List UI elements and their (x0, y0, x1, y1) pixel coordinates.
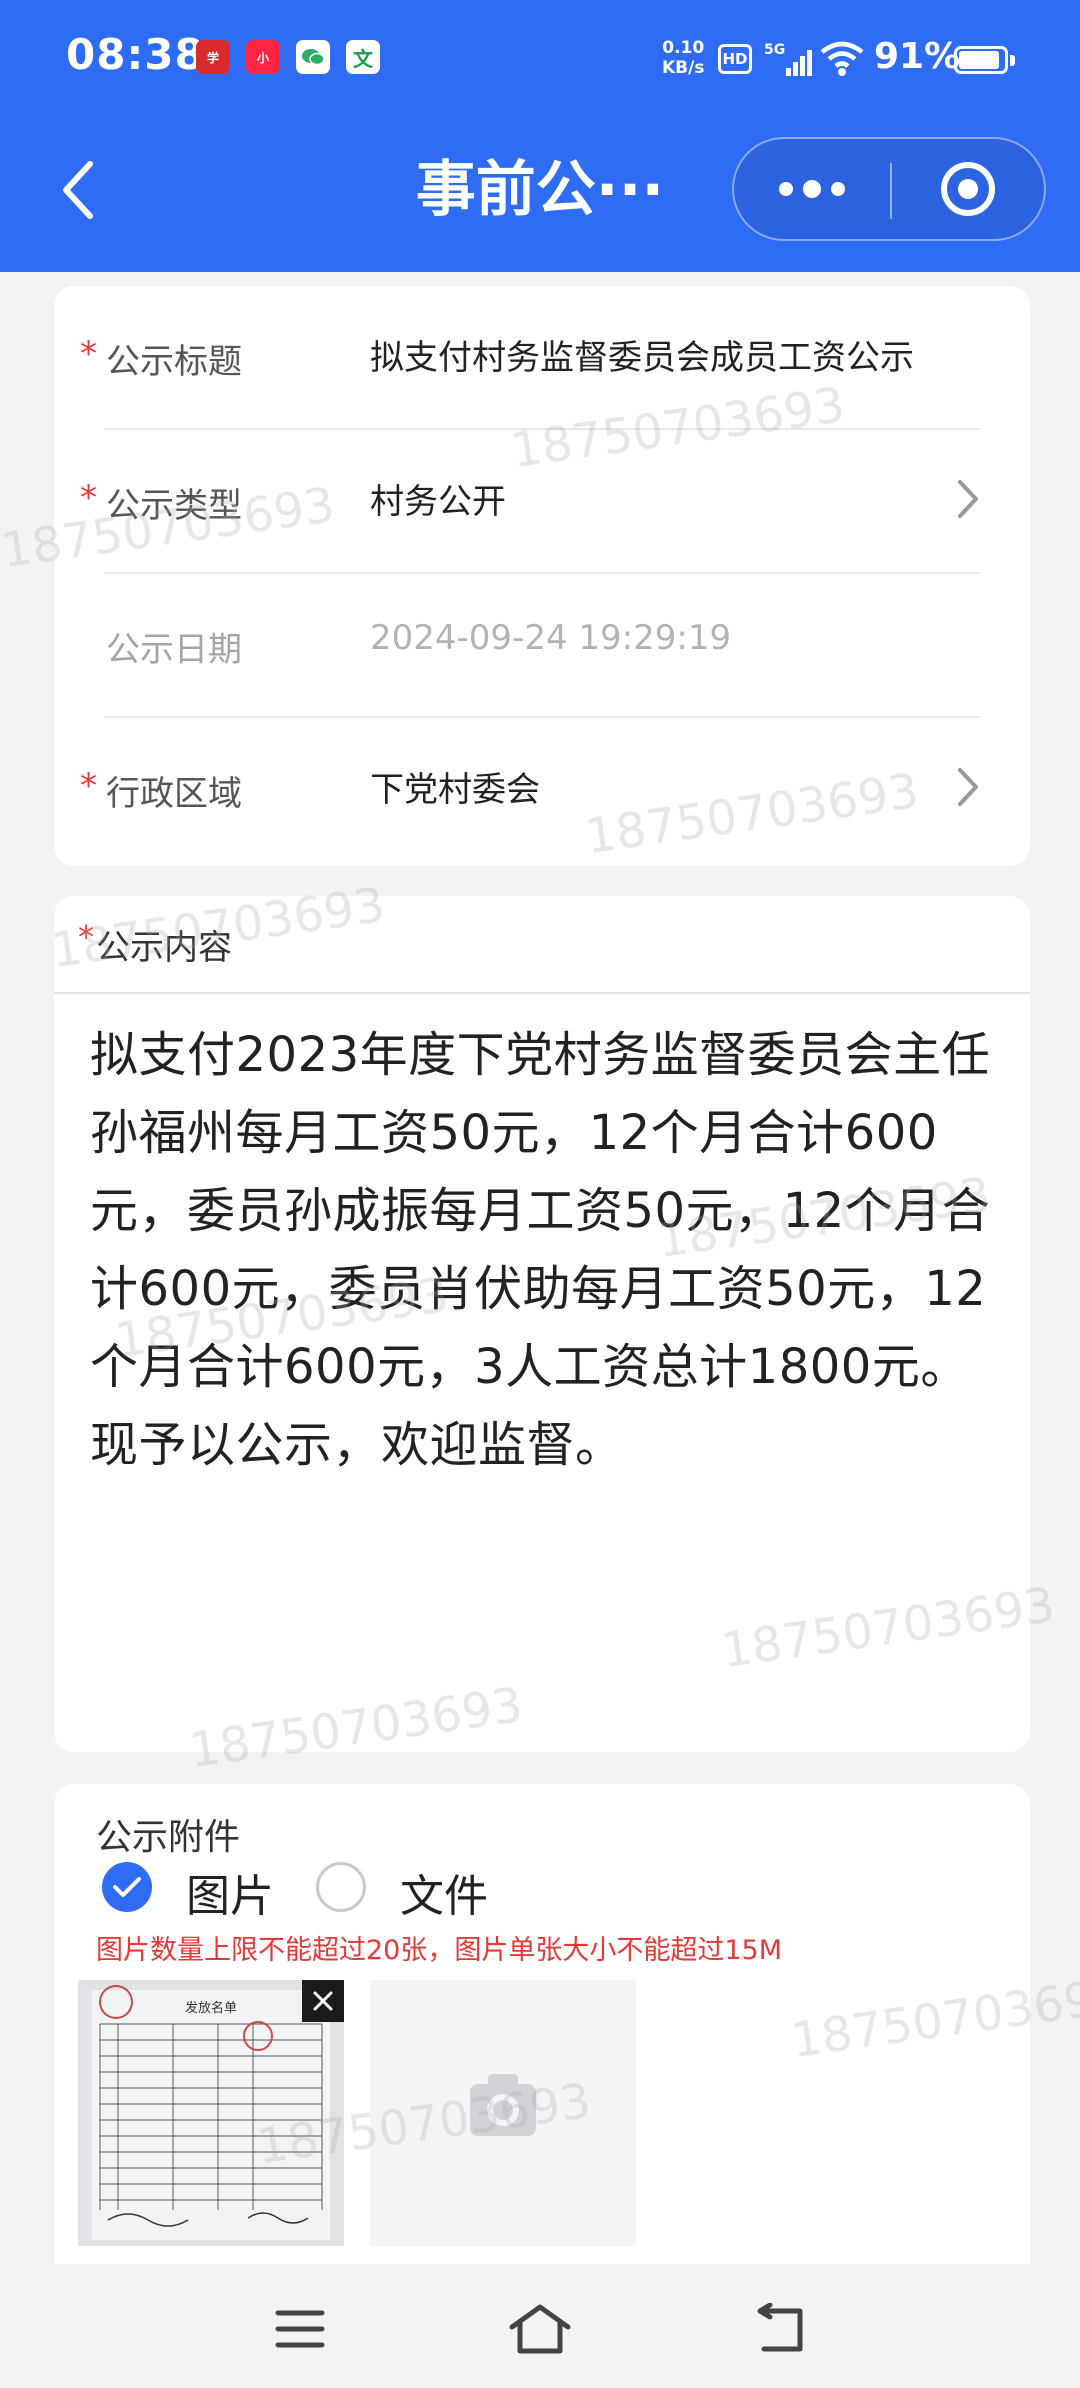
nav-home-button[interactable] (500, 2294, 580, 2364)
chevron-right-icon (948, 474, 988, 524)
remove-photo-button[interactable] (302, 1980, 344, 2022)
radio-image-label[interactable]: 图片 (186, 1860, 274, 1924)
row-date: 公示日期 2024-09-24 19:29:19 (54, 574, 1030, 718)
wechat-app-icon (296, 40, 330, 74)
title-value: 拟支付村务监督委员会成员工资公示 (370, 338, 914, 378)
radio-file-label[interactable]: 文件 (400, 1860, 488, 1924)
hd-badge: HD (718, 44, 752, 74)
system-nav-bar (0, 2264, 1080, 2388)
limit-note: 图片数量上限不能超过20张，图片单张大小不能超过15M (96, 1935, 783, 1966)
close-icon (313, 1991, 333, 2011)
date-value: 2024-09-24 19:29:19 (370, 618, 732, 658)
chevron-right-icon (948, 762, 988, 812)
more-dots-icon (779, 180, 845, 198)
content-header: * 公示内容 (54, 896, 1030, 994)
xuexi-app-icon: 学 (196, 40, 230, 74)
network-speed: 0.10 KB/s (662, 38, 705, 78)
required-mark: * (78, 918, 94, 956)
svg-text:5G: 5G (764, 42, 785, 58)
battery-icon (954, 46, 1008, 74)
content-card: * 公示内容 拟支付2023年度下党村务监督委员会主任孙福州每月工资50元，12… (54, 896, 1030, 1752)
type-value: 村务公开 (370, 482, 506, 522)
battery-percent: 91% (874, 36, 961, 77)
wen-app-icon: 文 (346, 40, 380, 74)
back-icon (757, 2303, 803, 2352)
attachment-title: 公示附件 (96, 1817, 241, 1858)
home-icon (509, 2304, 571, 2354)
page-title: 事前公··· (415, 155, 665, 225)
more-button[interactable] (734, 139, 890, 239)
chevron-left-icon (63, 161, 93, 219)
region-value: 下党村委会 (370, 770, 540, 810)
row-label: 公示日期 (106, 630, 242, 670)
radio-image[interactable] (102, 1862, 152, 1912)
add-photo-button[interactable] (370, 1980, 636, 2246)
target-circle-icon (941, 162, 995, 216)
content-label: 公示内容 (96, 928, 232, 968)
menu-icon (275, 2310, 325, 2348)
header-bar: 08:38 学 小 文 0.10 KB/s HD 5G 91% 事前公··· (0, 0, 1080, 272)
mini-program-capsule (732, 137, 1046, 241)
check-icon (113, 1877, 141, 1897)
close-miniprogram-button[interactable] (892, 139, 1044, 239)
nav-back-button[interactable] (740, 2294, 820, 2364)
row-region[interactable]: * 行政区域 下党村委会 (54, 718, 1030, 862)
required-mark: * (80, 478, 97, 518)
attachment-card: 公示附件 图片 文件 图片数量上限不能超过20张，图片单张大小不能超过15M 发… (54, 1784, 1030, 2264)
svg-text:发放名单: 发放名单 (185, 2000, 237, 2016)
row-label: 行政区域 (106, 774, 242, 814)
camera-icon (470, 2074, 536, 2136)
xiaohongshu-app-icon: 小 (246, 40, 280, 74)
uploaded-photo[interactable]: 发放名单 (78, 1980, 344, 2246)
row-type[interactable]: * 公示类型 村务公开 (54, 430, 1030, 574)
required-mark: * (80, 334, 97, 374)
back-button[interactable] (48, 150, 108, 230)
row-label: 公示标题 (106, 342, 242, 382)
row-title[interactable]: * 公示标题 拟支付村务监督委员会成员工资公示 (54, 286, 1030, 430)
form-card: * 公示标题 拟支付村务监督委员会成员工资公示 * 公示类型 村务公开 公示日期… (54, 286, 1030, 866)
signal-5g-icon: 5G (764, 40, 812, 84)
nav-menu-button[interactable] (260, 2294, 340, 2364)
required-mark: * (80, 766, 97, 806)
wifi-icon (820, 40, 864, 82)
row-label: 公示类型 (106, 486, 242, 526)
content-textarea[interactable]: 拟支付2023年度下党村务监督委员会主任孙福州每月工资50元，12个月合计600… (90, 1016, 1010, 1484)
status-time: 08:38 (66, 30, 205, 79)
radio-file[interactable] (316, 1862, 366, 1912)
